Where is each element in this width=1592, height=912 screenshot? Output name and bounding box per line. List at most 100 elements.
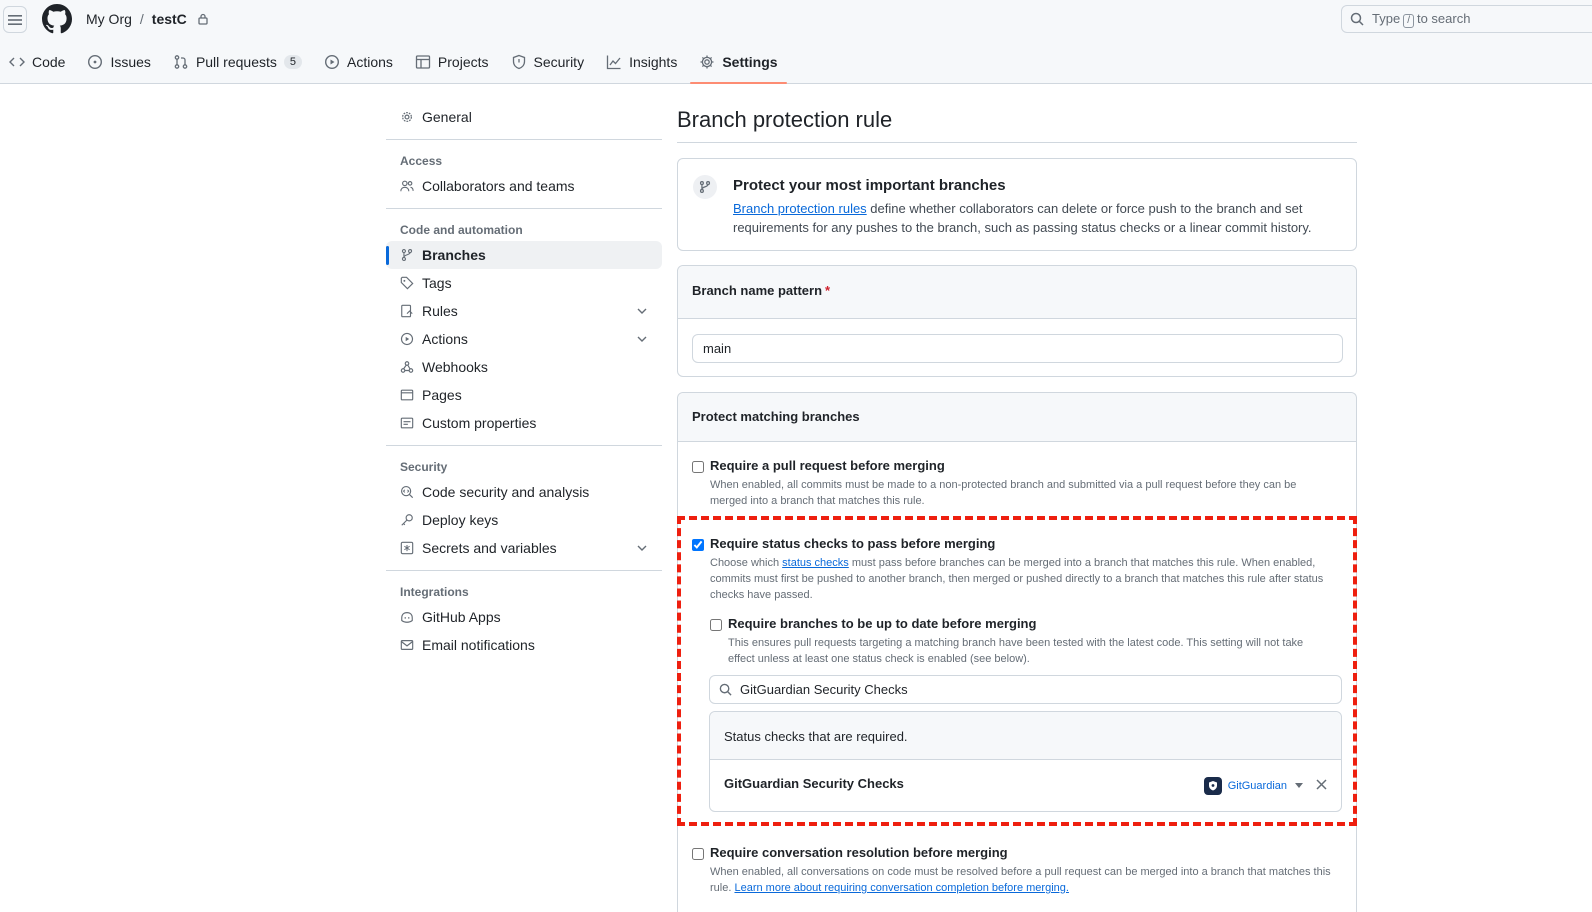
- status-checks-link[interactable]: status checks: [782, 557, 849, 569]
- option-require-pull-request: Require a pull request before merging Wh…: [692, 458, 1332, 508]
- sidebar-item-rules[interactable]: Rules: [386, 297, 662, 325]
- copilot-icon: [401, 612, 413, 623]
- sidebar-item-branches[interactable]: Branches: [386, 241, 662, 269]
- sidebar-heading-code: Code and automation: [400, 223, 523, 237]
- sidebar-item-custom-properties[interactable]: Custom properties: [386, 409, 662, 437]
- tab-insights[interactable]: Insights: [597, 44, 686, 80]
- settings-sidebar: General Access Collaborators and teams C…: [386, 103, 662, 659]
- tab-label: Code: [32, 54, 66, 70]
- tab-label: Insights: [629, 54, 678, 70]
- option-description: Choose which status checks must pass bef…: [710, 557, 1324, 601]
- required-checks-heading: Status checks that are required.: [710, 712, 1341, 760]
- sidebar-item-label: Branches: [422, 247, 486, 263]
- option-require-status-checks: Require status checks to pass before mer…: [692, 536, 1332, 601]
- tab-issues[interactable]: Issues: [78, 44, 159, 80]
- require-conversation-resolution-checkbox[interactable]: [692, 848, 704, 860]
- search-icon: [1350, 12, 1364, 26]
- sidebar-item-label: Webhooks: [422, 359, 488, 375]
- gitguardian-logo-icon: [1208, 781, 1217, 791]
- sidebar-item-label: Collaborators and teams: [422, 178, 575, 194]
- branch-icon: [699, 181, 711, 193]
- remove-check-icon[interactable]: [1316, 779, 1327, 790]
- search-icon: [719, 683, 732, 696]
- status-check-name: GitGuardian Security Checks: [724, 776, 904, 791]
- require-pull-request-checkbox[interactable]: [692, 461, 704, 473]
- hamburger-icon: [8, 14, 22, 25]
- sidebar-item-deploy-keys[interactable]: Deploy keys: [386, 506, 662, 534]
- tab-code[interactable]: Code: [0, 44, 74, 80]
- tag-icon: [400, 276, 414, 290]
- pattern-label: Branch name pattern: [692, 283, 823, 298]
- sidebar-item-label: Pages: [422, 387, 462, 403]
- tab-pull-requests[interactable]: Pull requests 5: [164, 44, 311, 80]
- tab-label: Projects: [437, 54, 489, 70]
- option-title: Require conversation resolution before m…: [710, 845, 1008, 860]
- breadcrumb: My Org / testC: [86, 11, 209, 27]
- tab-security[interactable]: Security: [502, 44, 594, 80]
- require-up-to-date-checkbox[interactable]: [710, 619, 722, 631]
- list-item: GitGuardian Security Checks GitGuardian: [710, 760, 1341, 812]
- tab-actions[interactable]: Actions: [315, 44, 402, 80]
- sidebar-item-label: Custom properties: [422, 415, 537, 431]
- key-icon: [401, 514, 413, 526]
- sidebar-item-tags[interactable]: Tags: [386, 269, 662, 297]
- repo-header: My Org / testC Type / to search Code Issue…: [0, 0, 1592, 84]
- conversation-resolution-learn-more-link[interactable]: Learn more about requiring conversation …: [734, 882, 1068, 894]
- sidebar-heading-security: Security: [400, 460, 448, 474]
- tab-label: Issues: [110, 54, 151, 70]
- sidebar-item-email-notifications[interactable]: Email notifications: [386, 631, 662, 659]
- caret-down-icon[interactable]: [1295, 783, 1303, 789]
- option-description: This ensures pull requests targeting a m…: [728, 637, 1304, 665]
- option-title: Require a pull request before merging: [710, 458, 945, 473]
- sidebar-item-general[interactable]: General: [386, 103, 662, 131]
- sidebar-divider: [386, 208, 662, 209]
- status-check-app-name: GitGuardian: [1227, 780, 1287, 792]
- require-status-checks-checkbox[interactable]: [692, 539, 704, 551]
- option-title: Require status checks to pass before mer…: [710, 536, 996, 551]
- sidebar-divider: [386, 139, 662, 140]
- sidebar-item-label: Rules: [422, 303, 458, 319]
- issue-icon: [88, 54, 103, 70]
- github-logo-icon[interactable]: [42, 4, 72, 34]
- sidebar-item-secrets[interactable]: Secrets and variables: [386, 534, 662, 562]
- sidebar-item-collaborators[interactable]: Collaborators and teams: [386, 172, 662, 200]
- menu-button[interactable]: [3, 6, 27, 33]
- pattern-header: Branch name pattern *: [678, 266, 1356, 319]
- protect-matching-branches-box: Protect matching branches Require a pull…: [677, 392, 1357, 912]
- tab-settings[interactable]: Settings: [690, 44, 787, 84]
- chevron-down-icon: [637, 545, 647, 551]
- status-check-search-value: GitGuardian Security Checks: [740, 682, 908, 697]
- sidebar-heading-integrations: Integrations: [400, 585, 469, 599]
- protect-header: Protect matching branches: [678, 393, 1356, 442]
- tab-label: Actions: [347, 54, 393, 70]
- status-check-search-input[interactable]: GitGuardian Security Checks: [709, 675, 1342, 704]
- branch-name-pattern-input[interactable]: [692, 334, 1343, 363]
- branch-protection-rules-link[interactable]: Branch protection rules: [733, 201, 867, 216]
- option-description: When enabled, all commits must be made t…: [710, 479, 1297, 507]
- browser-icon: [400, 389, 414, 401]
- global-search-input[interactable]: Type / to search: [1341, 5, 1592, 33]
- repo-link[interactable]: testC: [152, 11, 187, 27]
- people-icon: [400, 180, 414, 192]
- required-status-checks-list: Status checks that are required. GitGuar…: [709, 711, 1342, 812]
- sidebar-item-webhooks[interactable]: Webhooks: [386, 353, 662, 381]
- org-link[interactable]: My Org: [86, 11, 132, 27]
- top-bar: My Org / testC Type / to search: [0, 0, 1592, 38]
- sidebar-item-actions[interactable]: Actions: [386, 325, 662, 353]
- sidebar-divider: [386, 570, 662, 571]
- pull-request-icon: [174, 55, 188, 69]
- intro-box: Protect your most important branches Bra…: [677, 158, 1357, 251]
- chevron-down-icon: [637, 336, 647, 342]
- mail-icon: [400, 640, 414, 650]
- sidebar-item-code-security[interactable]: Code security and analysis: [386, 478, 662, 506]
- code-icon: [9, 57, 25, 67]
- status-check-app-selector[interactable]: GitGuardian: [1203, 777, 1287, 795]
- tab-projects[interactable]: Projects: [406, 44, 498, 80]
- sidebar-item-github-apps[interactable]: GitHub Apps: [386, 603, 662, 631]
- table-icon: [415, 55, 431, 69]
- sidebar-item-label: Deploy keys: [422, 512, 499, 528]
- breadcrumb-separator: /: [139, 11, 144, 27]
- sidebar-item-label: Actions: [422, 331, 468, 347]
- tab-label: Pull requests: [195, 54, 277, 70]
- sidebar-item-pages[interactable]: Pages: [386, 381, 662, 409]
